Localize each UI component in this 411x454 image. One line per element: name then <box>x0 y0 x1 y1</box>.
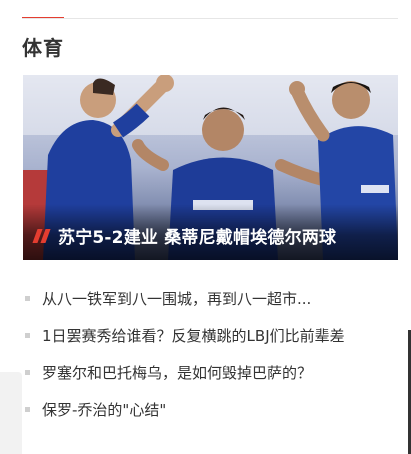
news-item-text: 从八一铁军到八一围城，再到八一超市... <box>42 290 312 308</box>
hero-caption[interactable]: 苏宁5-2建业 桑蒂尼戴帽埃德尔两球 <box>32 223 337 248</box>
hero-caption-text: 苏宁5-2建业 桑蒂尼戴帽埃德尔两球 <box>58 228 337 248</box>
news-item-text: 保罗-乔治的"心结" <box>42 401 167 419</box>
hero-news-card[interactable]: 苏宁5-2建业 桑蒂尼戴帽埃德尔两球 <box>23 75 398 260</box>
adjacent-panel-fragment <box>0 372 22 454</box>
news-item[interactable]: 保罗-乔治的"心结" <box>25 391 405 428</box>
section-title: 体育 <box>22 36 64 60</box>
bullet-icon <box>25 407 30 412</box>
section-divider <box>22 18 398 19</box>
bullet-icon <box>25 296 30 301</box>
news-item[interactable]: 1日罢赛秀给谁看？反复横跳的LBJ们比前辈差 <box>25 317 405 354</box>
news-item[interactable]: 罗塞尔和巴托梅乌，是如何毁掉巴萨的？ <box>25 354 405 391</box>
news-list: 从八一铁军到八一围城，再到八一超市... 1日罢赛秀给谁看？反复横跳的LBJ们比… <box>25 280 405 428</box>
news-item-text: 罗塞尔和巴托梅乌，是如何毁掉巴萨的？ <box>42 364 313 382</box>
bullet-icon <box>25 333 30 338</box>
news-item-text: 1日罢赛秀给谁看？反复横跳的LBJ们比前辈差 <box>42 327 345 345</box>
news-item[interactable]: 从八一铁军到八一围城，再到八一超市... <box>25 280 405 317</box>
bullet-icon <box>25 370 30 375</box>
